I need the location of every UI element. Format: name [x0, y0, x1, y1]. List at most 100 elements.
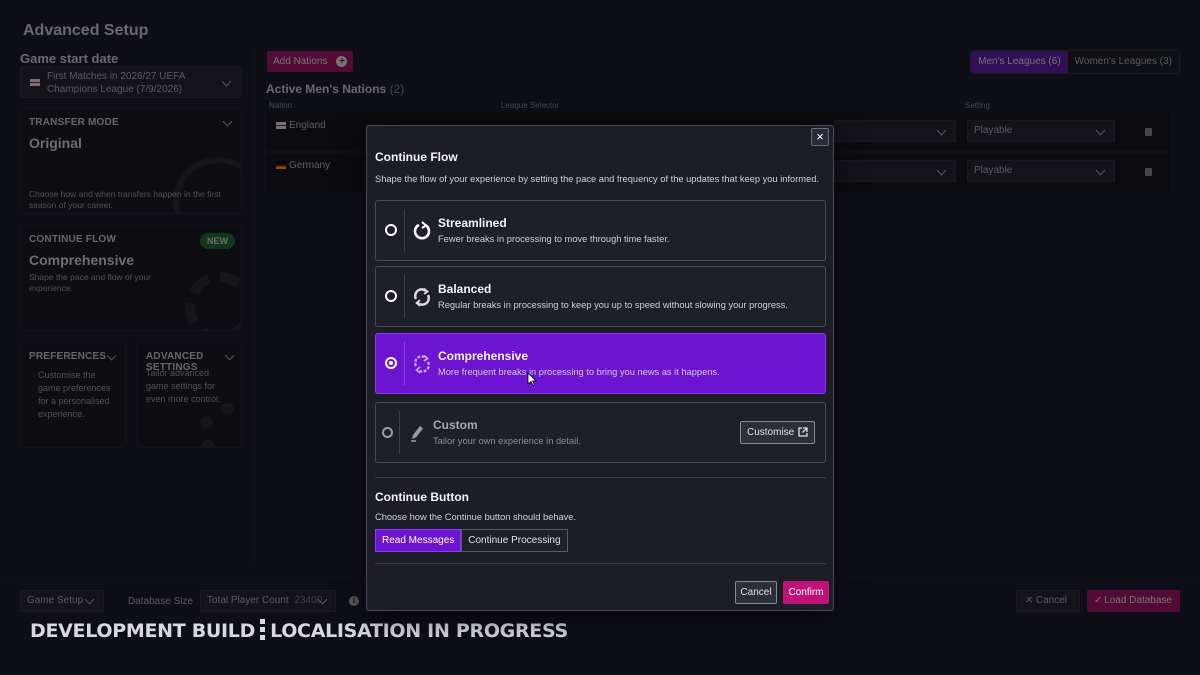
- trash-icon[interactable]: [1145, 168, 1152, 176]
- start-date-label: Game start date: [20, 51, 119, 66]
- preferences-card[interactable]: PREFERENCES Customise the game preferenc…: [20, 342, 126, 448]
- option-desc: Fewer breaks in processing to move throu…: [438, 234, 670, 244]
- active-nations-title: Active Men's Nations: [266, 82, 387, 96]
- plus-icon: +: [336, 56, 348, 67]
- customise-label: Customise: [747, 427, 795, 438]
- transfer-mode-title: TRANSFER MODE: [29, 117, 119, 128]
- preferences-title: PREFERENCES: [29, 351, 107, 362]
- banner-left: DEVELOPMENT BUILD: [30, 620, 256, 642]
- chevron-down-icon: [221, 76, 232, 87]
- radio-button[interactable]: [382, 427, 393, 438]
- refresh-dense-icon: [414, 354, 430, 374]
- option-balanced[interactable]: Balanced Regular breaks in processing to…: [375, 266, 826, 327]
- chevron-down-icon: [936, 165, 947, 176]
- footer-cancel-button[interactable]: ✕ Cancel: [1016, 590, 1080, 612]
- setting-value: Playable: [974, 165, 1013, 176]
- advanced-settings-card[interactable]: ADVANCED SETTINGS Tailor advanced game s…: [137, 342, 242, 448]
- option-comprehensive[interactable]: Comprehensive More frequent breaks in pr…: [375, 333, 826, 394]
- radio-button[interactable]: [385, 290, 397, 302]
- continue-flow-title: CONTINUE FLOW: [29, 234, 117, 245]
- continue-processing-button[interactable]: Continue Processing: [461, 529, 568, 552]
- league-select[interactable]: [834, 160, 956, 182]
- radio-button[interactable]: [385, 357, 397, 369]
- germany-flag-icon: [276, 162, 286, 169]
- option-label: Balanced: [438, 282, 492, 296]
- database-size-label: Database Size: [128, 596, 194, 607]
- trash-icon[interactable]: [1145, 128, 1152, 136]
- add-nations-label: Add Nations: [273, 56, 328, 67]
- preferences-desc: Customise the game preferences for a per…: [38, 370, 111, 419]
- banner-separator: [260, 619, 266, 641]
- refresh-icon: [414, 287, 430, 307]
- continue-button-desc: Choose how the Continue button should be…: [375, 512, 577, 522]
- option-desc: Tailor your own experience in detail.: [433, 436, 581, 446]
- option-desc: More frequent breaks in processing to br…: [438, 367, 720, 377]
- customise-button[interactable]: Customise: [740, 421, 815, 444]
- player-count-label: Total Player Count: [207, 595, 289, 606]
- chevron-down-icon: [84, 594, 95, 605]
- banner-right: LOCALISATION IN PROGRESS: [270, 620, 568, 642]
- active-nations-heading: Active Men's Nations (2): [266, 82, 404, 96]
- england-flag-icon: [276, 122, 286, 129]
- column-league-selector: League Selector: [501, 101, 560, 110]
- new-badge: NEW: [200, 233, 235, 249]
- option-divider: [399, 411, 400, 454]
- transfer-mode-card[interactable]: TRANSFER MODE Original Choose how and wh…: [20, 108, 242, 214]
- close-icon: ✕: [1025, 595, 1034, 606]
- mouse-cursor-icon: [527, 372, 537, 386]
- option-streamlined[interactable]: Streamlined Fewer breaks in processing t…: [375, 200, 826, 261]
- game-setup-select[interactable]: Game Setup: [20, 590, 104, 612]
- league-toggle: Men's Leagues (6) Women's Leagues (3): [970, 50, 1180, 74]
- modal-cancel-button[interactable]: Cancel: [735, 581, 777, 604]
- modal-subtitle: Shape the flow of your experience by set…: [375, 174, 819, 184]
- development-banner: DEVELOPMENT BUILD LOCALISATION IN PROGRES…: [30, 619, 568, 642]
- read-messages-button[interactable]: Read Messages: [375, 529, 462, 552]
- mens-leagues-tab[interactable]: Men's Leagues (6): [971, 51, 1068, 73]
- modal-confirm-button[interactable]: Confirm: [783, 581, 829, 604]
- advanced-settings-desc: Tailor advanced game settings for even m…: [146, 368, 221, 404]
- continue-flow-card[interactable]: CONTINUE FLOW NEW Comprehensive Shape th…: [20, 225, 242, 331]
- sidebar-divider: [254, 50, 255, 565]
- setting-select[interactable]: Playable: [967, 160, 1115, 182]
- column-nation: Nation: [269, 101, 293, 110]
- external-link-icon: [798, 427, 808, 437]
- setting-value: Playable: [974, 125, 1013, 136]
- pencil-icon: [411, 426, 423, 442]
- transfer-mode-value: Original: [29, 135, 82, 151]
- nation-name: England: [289, 120, 326, 131]
- section-divider: [375, 477, 826, 478]
- option-label: Custom: [433, 418, 478, 432]
- option-custom[interactable]: Custom Tailor your own experience in det…: [375, 402, 826, 463]
- start-date-value: First Matches in 2026/27 UEFA Champions …: [47, 71, 185, 95]
- continue-button-title: Continue Button: [375, 490, 469, 504]
- game-setup-label: Game Setup: [27, 595, 84, 606]
- chevron-down-icon: [936, 125, 947, 136]
- info-icon[interactable]: i: [349, 596, 359, 606]
- option-divider: [404, 342, 405, 385]
- chevron-down-icon: [1095, 165, 1106, 176]
- page-title: Advanced Setup: [23, 22, 149, 39]
- league-select[interactable]: [834, 120, 956, 142]
- footer-divider: [375, 563, 826, 564]
- refresh-icon: [185, 272, 241, 330]
- gear-icon: [198, 403, 241, 447]
- continue-button-toggle: Read Messages Continue Processing: [375, 529, 568, 552]
- load-database-label: Load Database: [1104, 595, 1172, 606]
- footer-cancel-label: Cancel: [1035, 595, 1067, 606]
- womens-leagues-tab[interactable]: Women's Leagues (3): [1067, 51, 1179, 73]
- continue-flow-value: Comprehensive: [29, 252, 135, 268]
- radio-button[interactable]: [385, 224, 397, 236]
- start-date-select[interactable]: First Matches in 2026/27 UEFA Champions …: [20, 66, 242, 98]
- close-button[interactable]: ×: [811, 128, 829, 146]
- player-count-select[interactable]: Total Player Count 23400: [200, 590, 336, 612]
- setting-select[interactable]: Playable: [967, 120, 1115, 142]
- chevron-down-icon: [222, 116, 233, 127]
- option-label: Streamlined: [438, 216, 507, 230]
- load-database-button[interactable]: ✓ Load Database: [1087, 590, 1180, 612]
- option-desc: Regular breaks in processing to keep you…: [438, 300, 788, 310]
- add-nations-button[interactable]: Add Nations +: [267, 51, 354, 72]
- check-icon: ✓: [1094, 595, 1103, 606]
- continue-flow-desc: Shape the pace and flow of your experien…: [29, 272, 151, 293]
- option-divider: [404, 209, 405, 252]
- power-cycle-icon: [413, 221, 431, 240]
